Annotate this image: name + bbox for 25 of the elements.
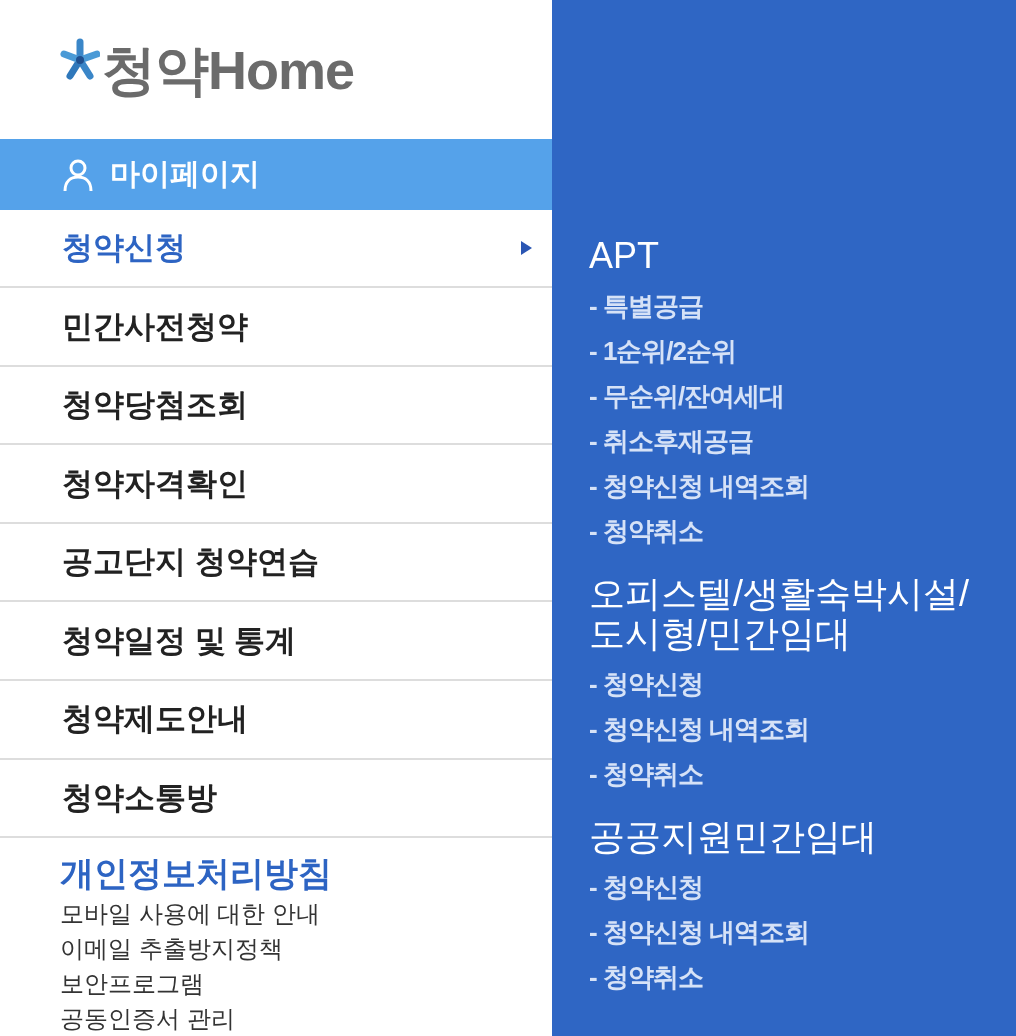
caret-icon [521,241,532,256]
submenu-link[interactable]: - 청약신청 [589,865,703,910]
submenu-link[interactable]: - 청약신청 [589,662,703,707]
submenu-link[interactable]: - 청약신청 내역조회 [589,707,810,752]
section-heading: 공공지원민간임대 [589,817,877,857]
footer-link[interactable]: 공동인증서 관리 [60,1001,235,1036]
footer-link[interactable]: 이메일 추출방지정책 [60,931,283,967]
submenu-link[interactable]: - 1순위/2순위 [589,329,737,374]
footer-link[interactable]: 개인정보처리방침 [60,850,332,897]
asterisk-icon [60,38,100,82]
submenu-link[interactable]: - 특별공급 [589,284,703,329]
submenu-link[interactable]: - 청약취소 [589,509,703,554]
submenu-link[interactable]: - 청약신청 내역조회 [589,464,810,509]
submenu-link[interactable]: - 무순위/잔여세대 [589,374,785,419]
mypage-button[interactable]: 마이페이지 [0,139,552,210]
logo-wordmark[interactable]: 청약Home [102,42,355,97]
submenu-link[interactable]: - 취소후재공급 [589,419,753,464]
submenu-link[interactable]: - 청약취소 [589,955,703,1000]
submenu-link[interactable]: - 청약신청 내역조회 [589,910,810,955]
user-icon [62,157,94,192]
submenu-link[interactable]: - 청약취소 [589,752,703,797]
footer-link[interactable]: 모바일 사용에 대한 안내 [60,896,320,932]
footer-link[interactable]: 보안프로그램 [60,966,204,1002]
section-heading: APT [589,236,659,276]
section-heading: 오피스텔/생활숙박시설/도시형/민간임대 [589,574,970,654]
